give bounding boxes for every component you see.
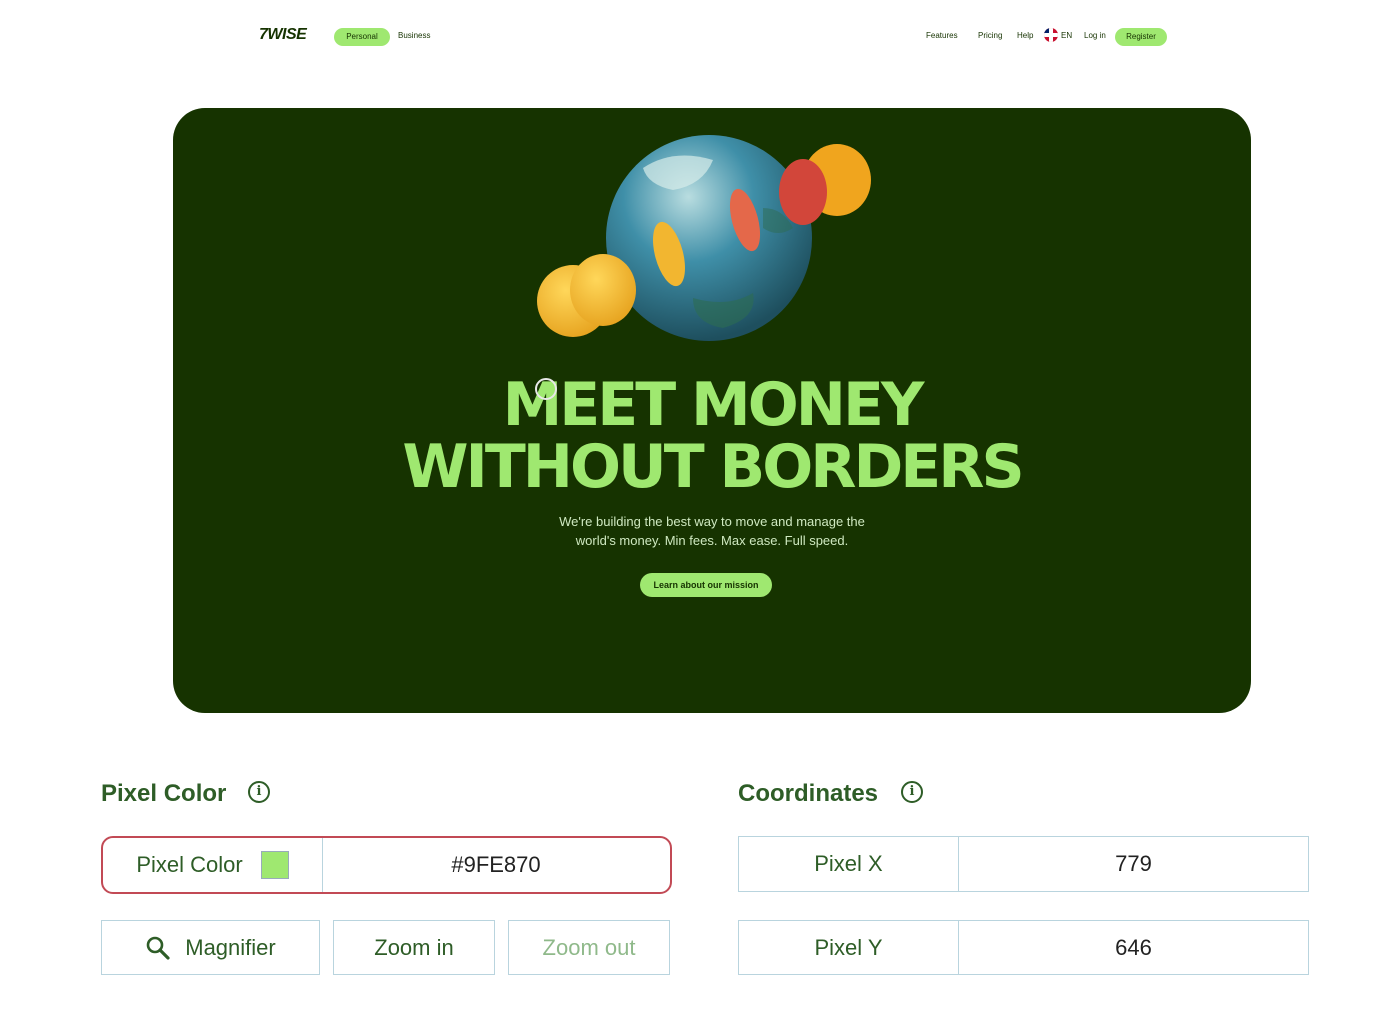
hero-subtitle-line2: world's money. Min fees. Max ease. Full … [575,533,849,548]
info-icon[interactable]: i [248,781,270,803]
magnifier-button[interactable]: Magnifier [101,920,320,975]
hero-card[interactable]: MEET MONEY WITHOUT BORDERS We're buildin… [173,108,1251,713]
nav-personal-pill[interactable]: Personal [334,28,390,46]
pixel-x-label: Pixel X [738,836,959,892]
nav-business[interactable]: Business [398,30,430,42]
nav-language[interactable]: EN [1061,30,1072,42]
picker-cursor-icon [535,378,557,400]
zoom-in-button[interactable]: Zoom in [333,920,495,975]
zoom-out-button[interactable]: Zoom out [508,920,670,975]
pixel-color-label: Pixel Color [136,852,243,877]
pixel-color-title: Pixel Color [101,780,227,807]
magnifier-label: Magnifier [185,934,276,960]
hero-headline-line1: MEET MONEY [502,370,925,440]
pixel-color-row: Pixel Color #9FE870 [101,836,672,894]
nav-help[interactable]: Help [1017,30,1033,42]
nav-login[interactable]: Log in [1084,30,1106,42]
nav-pricing[interactable]: Pricing [978,30,1002,42]
coin-icon [570,254,636,326]
info-icon[interactable]: i [901,781,923,803]
pixel-y-label: Pixel Y [738,920,959,975]
uk-flag-icon[interactable] [1044,28,1058,42]
wise-logo[interactable]: 7WISE [259,26,307,44]
site-top-nav: 7WISE Personal Business Features Pricing… [0,0,1400,75]
learn-mission-button[interactable]: Learn about our mission [640,573,772,597]
magnifier-icon [146,936,170,960]
color-swatch [260,851,289,879]
pixel-color-label-cell: Pixel Color [103,838,323,892]
coordinates-title: Coordinates [738,780,879,807]
hero-subtitle-line1: We're building the best way to move and … [559,514,865,529]
nav-register-pill[interactable]: Register [1115,28,1167,46]
hero-headline-line2: WITHOUT BORDERS [402,432,1024,502]
pixel-x-value: 779 [958,836,1309,892]
coin-icon [779,159,827,225]
pixel-color-hex-value: #9FE870 [451,852,541,877]
nav-features[interactable]: Features [926,30,958,42]
pixel-y-value: 646 [958,920,1309,975]
